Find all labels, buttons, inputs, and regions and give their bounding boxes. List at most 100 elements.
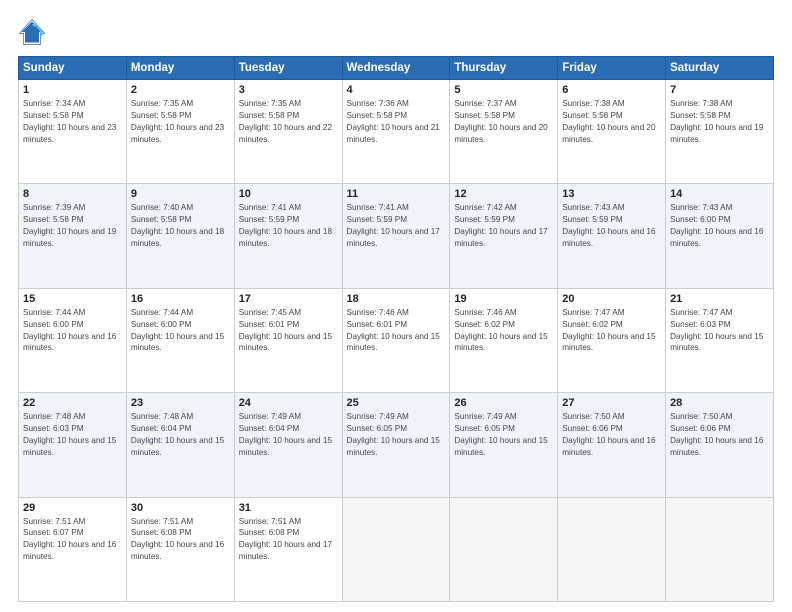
day-info: Sunrise: 7:43 AMSunset: 5:59 PMDaylight:… xyxy=(562,202,661,250)
day-number: 20 xyxy=(562,293,661,305)
day-number: 28 xyxy=(670,397,769,409)
calendar-cell: 16Sunrise: 7:44 AMSunset: 6:00 PMDayligh… xyxy=(126,288,234,392)
logo xyxy=(18,18,50,46)
calendar-cell: 11 Sunrise: 7:41 AMSunset: 5:59 PMDayligh… xyxy=(342,184,450,288)
calendar-header-tuesday: Tuesday xyxy=(234,57,342,80)
day-info: Sunrise: 7:46 AMSunset: 6:02 PMDaylight:… xyxy=(454,307,553,355)
calendar-cell: 1Sunrise: 7:34 AMSunset: 5:58 PMDaylight… xyxy=(19,80,127,184)
day-info: Sunrise: 7:37 AMSunset: 5:58 PMDaylight:… xyxy=(454,98,553,146)
calendar-week-1: 1Sunrise: 7:34 AMSunset: 5:58 PMDaylight… xyxy=(19,80,774,184)
calendar-cell: 27Sunrise: 7:50 AMSunset: 6:06 PMDayligh… xyxy=(558,393,666,497)
calendar-cell: 13 Sunrise: 7:43 AMSunset: 5:59 PMDayligh… xyxy=(558,184,666,288)
calendar-header-row: SundayMondayTuesdayWednesdayThursdayFrid… xyxy=(19,57,774,80)
calendar-cell: 5 Sunrise: 7:37 AMSunset: 5:58 PMDaylight… xyxy=(450,80,558,184)
day-info: Sunrise: 7:41 AMSunset: 5:59 PMDaylight:… xyxy=(239,202,338,250)
calendar-cell: 28 Sunrise: 7:50 AMSunset: 6:06 PMDayligh… xyxy=(666,393,774,497)
calendar-cell: 8Sunrise: 7:39 AMSunset: 5:58 PMDaylight… xyxy=(19,184,127,288)
calendar-cell: 17Sunrise: 7:45 AMSunset: 6:01 PMDayligh… xyxy=(234,288,342,392)
day-number: 11 xyxy=(347,188,446,200)
day-number: 22 xyxy=(23,397,122,409)
calendar-cell: 18 Sunrise: 7:46 AMSunset: 6:01 PMDayligh… xyxy=(342,288,450,392)
calendar-cell: 22 Sunrise: 7:48 AMSunset: 6:03 PMDayligh… xyxy=(19,393,127,497)
day-number: 24 xyxy=(239,397,338,409)
calendar-cell: 26 Sunrise: 7:49 AMSunset: 6:05 PMDayligh… xyxy=(450,393,558,497)
day-number: 7 xyxy=(670,84,769,96)
day-number: 13 xyxy=(562,188,661,200)
calendar-cell xyxy=(558,497,666,601)
day-info: Sunrise: 7:39 AMSunset: 5:58 PMDaylight:… xyxy=(23,202,122,250)
calendar-week-2: 8Sunrise: 7:39 AMSunset: 5:58 PMDaylight… xyxy=(19,184,774,288)
header xyxy=(18,18,774,46)
day-info: Sunrise: 7:36 AMSunset: 5:58 PMDaylight:… xyxy=(347,98,446,146)
calendar-cell: 7 Sunrise: 7:38 AMSunset: 5:58 PMDaylight… xyxy=(666,80,774,184)
calendar-week-4: 22 Sunrise: 7:48 AMSunset: 6:03 PMDayligh… xyxy=(19,393,774,497)
calendar-cell: 20 Sunrise: 7:47 AMSunset: 6:02 PMDayligh… xyxy=(558,288,666,392)
day-info: Sunrise: 7:44 AMSunset: 6:00 PMDaylight:… xyxy=(23,307,122,355)
day-info: Sunrise: 7:43 AMSunset: 6:00 PMDaylight:… xyxy=(670,202,769,250)
calendar-header-wednesday: Wednesday xyxy=(342,57,450,80)
day-info: Sunrise: 7:51 AMSunset: 6:08 PMDaylight:… xyxy=(239,516,338,564)
day-number: 23 xyxy=(131,397,230,409)
day-number: 15 xyxy=(23,293,122,305)
day-info: Sunrise: 7:41 AMSunset: 5:59 PMDaylight:… xyxy=(347,202,446,250)
day-info: Sunrise: 7:42 AMSunset: 5:59 PMDaylight:… xyxy=(454,202,553,250)
day-info: Sunrise: 7:38 AMSunset: 5:58 PMDaylight:… xyxy=(562,98,661,146)
calendar-cell: 4 Sunrise: 7:36 AMSunset: 5:58 PMDaylight… xyxy=(342,80,450,184)
calendar-cell: 25 Sunrise: 7:49 AMSunset: 6:05 PMDayligh… xyxy=(342,393,450,497)
day-number: 2 xyxy=(131,84,230,96)
day-info: Sunrise: 7:38 AMSunset: 5:58 PMDaylight:… xyxy=(670,98,769,146)
calendar-cell: 2Sunrise: 7:35 AMSunset: 5:58 PMDaylight… xyxy=(126,80,234,184)
calendar-cell: 6 Sunrise: 7:38 AMSunset: 5:58 PMDaylight… xyxy=(558,80,666,184)
day-number: 21 xyxy=(670,293,769,305)
day-number: 19 xyxy=(454,293,553,305)
day-info: Sunrise: 7:46 AMSunset: 6:01 PMDaylight:… xyxy=(347,307,446,355)
calendar-cell: 30Sunrise: 7:51 AMSunset: 6:08 PMDayligh… xyxy=(126,497,234,601)
day-info: Sunrise: 7:47 AMSunset: 6:03 PMDaylight:… xyxy=(670,307,769,355)
day-number: 25 xyxy=(347,397,446,409)
day-info: Sunrise: 7:34 AMSunset: 5:58 PMDaylight:… xyxy=(23,98,122,146)
calendar-week-3: 15 Sunrise: 7:44 AMSunset: 6:00 PMDayligh… xyxy=(19,288,774,392)
calendar-week-5: 29 Sunrise: 7:51 AMSunset: 6:07 PMDayligh… xyxy=(19,497,774,601)
calendar-header-saturday: Saturday xyxy=(666,57,774,80)
calendar-cell: 15 Sunrise: 7:44 AMSunset: 6:00 PMDayligh… xyxy=(19,288,127,392)
day-info: Sunrise: 7:51 AMSunset: 6:07 PMDaylight:… xyxy=(23,516,122,564)
day-info: Sunrise: 7:49 AMSunset: 6:05 PMDaylight:… xyxy=(347,411,446,459)
calendar-cell xyxy=(666,497,774,601)
calendar-cell: 19 Sunrise: 7:46 AMSunset: 6:02 PMDayligh… xyxy=(450,288,558,392)
day-info: Sunrise: 7:49 AMSunset: 6:04 PMDaylight:… xyxy=(239,411,338,459)
calendar-header-friday: Friday xyxy=(558,57,666,80)
calendar-cell: 9 Sunrise: 7:40 AMSunset: 5:58 PMDaylight… xyxy=(126,184,234,288)
page: SundayMondayTuesdayWednesdayThursdayFrid… xyxy=(0,0,792,612)
day-number: 17 xyxy=(239,293,338,305)
calendar-header-thursday: Thursday xyxy=(450,57,558,80)
calendar-cell: 24 Sunrise: 7:49 AMSunset: 6:04 PMDayligh… xyxy=(234,393,342,497)
calendar-header-sunday: Sunday xyxy=(19,57,127,80)
calendar-cell: 3 Sunrise: 7:35 AMSunset: 5:58 PMDaylight… xyxy=(234,80,342,184)
day-info: Sunrise: 7:49 AMSunset: 6:05 PMDaylight:… xyxy=(454,411,553,459)
day-number: 29 xyxy=(23,502,122,514)
day-number: 4 xyxy=(347,84,446,96)
day-number: 16 xyxy=(131,293,230,305)
day-info: Sunrise: 7:48 AMSunset: 6:03 PMDaylight:… xyxy=(23,411,122,459)
day-number: 9 xyxy=(131,188,230,200)
calendar-cell: 14Sunrise: 7:43 AMSunset: 6:00 PMDayligh… xyxy=(666,184,774,288)
calendar-cell xyxy=(342,497,450,601)
day-info: Sunrise: 7:50 AMSunset: 6:06 PMDaylight:… xyxy=(562,411,661,459)
day-number: 6 xyxy=(562,84,661,96)
calendar-cell: 31 Sunrise: 7:51 AMSunset: 6:08 PMDayligh… xyxy=(234,497,342,601)
day-info: Sunrise: 7:47 AMSunset: 6:02 PMDaylight:… xyxy=(562,307,661,355)
day-number: 5 xyxy=(454,84,553,96)
day-info: Sunrise: 7:35 AMSunset: 5:58 PMDaylight:… xyxy=(239,98,338,146)
day-info: Sunrise: 7:50 AMSunset: 6:06 PMDaylight:… xyxy=(670,411,769,459)
day-number: 26 xyxy=(454,397,553,409)
calendar-cell: 29 Sunrise: 7:51 AMSunset: 6:07 PMDayligh… xyxy=(19,497,127,601)
calendar-cell: 23Sunrise: 7:48 AMSunset: 6:04 PMDayligh… xyxy=(126,393,234,497)
day-number: 10 xyxy=(239,188,338,200)
day-info: Sunrise: 7:40 AMSunset: 5:58 PMDaylight:… xyxy=(131,202,230,250)
day-number: 18 xyxy=(347,293,446,305)
day-number: 3 xyxy=(239,84,338,96)
day-number: 31 xyxy=(239,502,338,514)
calendar-cell: 21 Sunrise: 7:47 AMSunset: 6:03 PMDayligh… xyxy=(666,288,774,392)
calendar-header-monday: Monday xyxy=(126,57,234,80)
logo-icon xyxy=(18,18,46,46)
